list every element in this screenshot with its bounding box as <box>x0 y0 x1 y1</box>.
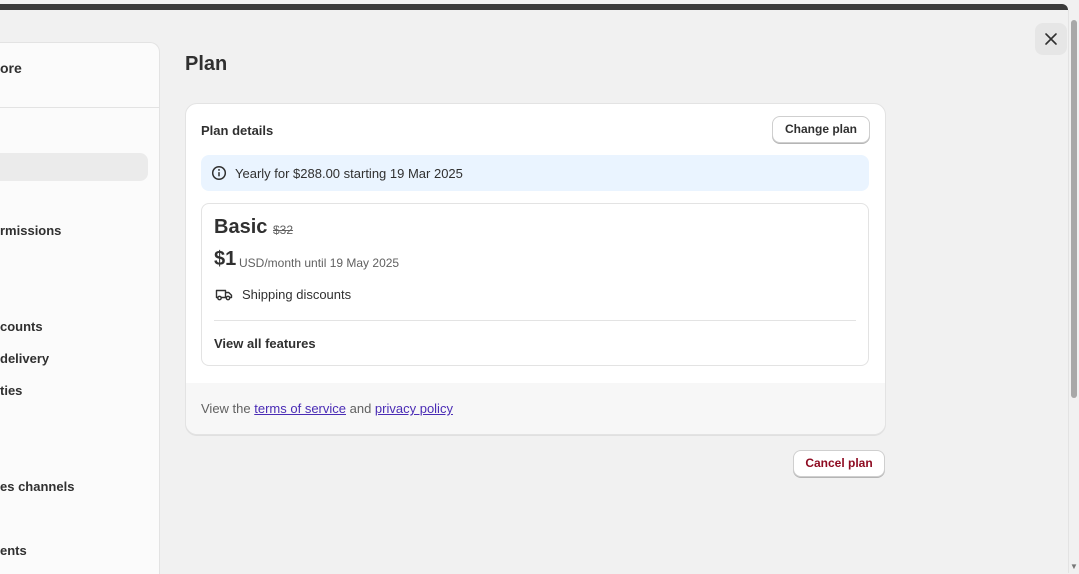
billing-banner: Yearly for $288.00 starting 19 Mar 2025 <box>201 155 869 191</box>
terms-of-service-link[interactable]: terms of service <box>254 401 346 416</box>
delivery-truck-icon <box>215 289 233 301</box>
sidebar-item-active[interactable] <box>0 153 148 181</box>
settings-sidebar: ore rmissions counts delivery ties es ch… <box>0 42 160 574</box>
change-plan-button[interactable]: Change plan <box>772 116 870 143</box>
privacy-policy-link[interactable]: privacy policy <box>375 401 453 416</box>
close-icon <box>1045 33 1057 45</box>
scrollbar[interactable]: ▼ <box>1068 10 1079 573</box>
legal-prefix: View the <box>201 401 255 416</box>
store-name[interactable]: ore <box>0 60 22 76</box>
banner-text: Yearly for $288.00 starting 19 Mar 2025 <box>235 166 463 181</box>
sidebar-item-accounts[interactable]: counts <box>0 319 43 334</box>
plan-original-price: $32 <box>273 223 294 237</box>
card-title: Plan details <box>201 123 274 138</box>
cancel-plan-button[interactable]: Cancel plan <box>793 450 885 477</box>
scrollbar-thumb[interactable] <box>1071 20 1077 398</box>
browser-top-strip <box>0 0 1079 10</box>
legal-and: and <box>346 401 375 416</box>
plan-price-detail: USD/month until 19 May 2025 <box>239 256 400 270</box>
close-button[interactable] <box>1035 23 1067 55</box>
sidebar-item-permissions[interactable]: rmissions <box>0 223 61 238</box>
sidebar-item-documents[interactable]: ents <box>0 543 27 558</box>
info-icon <box>211 165 227 181</box>
plan-price: $1 <box>214 248 237 270</box>
page-title: Plan <box>185 53 228 75</box>
plan-divider <box>214 320 856 321</box>
plan-name: Basic <box>214 216 268 238</box>
sidebar-item-sales-channels[interactable]: es channels <box>0 479 74 494</box>
sidebar-item-shipping-delivery[interactable]: delivery <box>0 351 49 366</box>
view-all-features-link[interactable]: View all features <box>214 336 316 351</box>
plan-details-card: Plan details Change plan Yearly for $288… <box>185 103 886 435</box>
legal-text: View the terms of service and privacy po… <box>201 401 453 416</box>
card-footer: View the terms of service and privacy po… <box>186 383 885 434</box>
feature-shipping-discounts: Shipping discounts <box>242 287 352 302</box>
scroll-down-arrow-icon[interactable]: ▼ <box>1070 562 1078 571</box>
sidebar-item-duties[interactable]: ties <box>0 383 22 398</box>
plan-summary: Basic $32 $1 USD/month until 19 May 2025… <box>201 203 869 366</box>
sidebar-divider <box>0 107 159 108</box>
